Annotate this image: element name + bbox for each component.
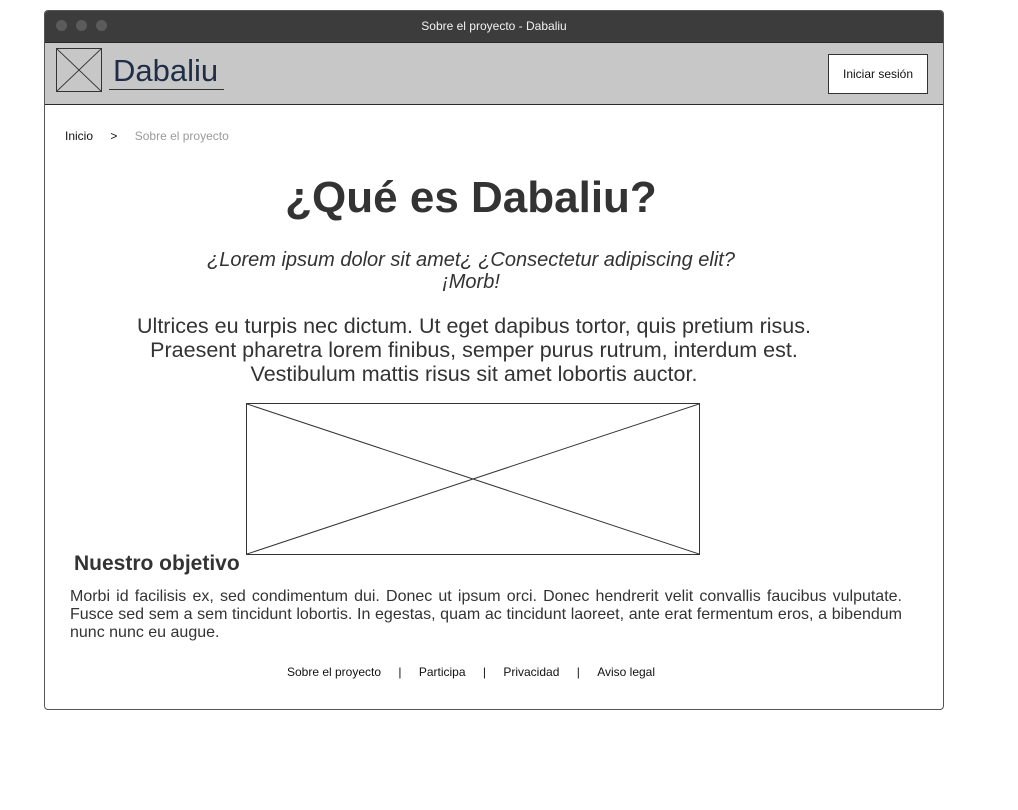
subtitle-line: ¡Morb! bbox=[442, 271, 500, 293]
subtitle-line: ¿Lorem ipsum dolor sit amet¿ ¿Consectetu… bbox=[207, 249, 735, 271]
logo-image-placeholder[interactable] bbox=[56, 48, 102, 92]
intro-line: Vestibulum mattis risus sit amet loborti… bbox=[250, 362, 698, 386]
footer-separator: | bbox=[398, 665, 402, 679]
intro-line: Ultrices eu turpis nec dictum. Ut eget d… bbox=[137, 314, 811, 338]
page-title: ¿Qué es Dabaliu? bbox=[285, 173, 657, 222]
browser-window: Sobre el proyecto - Dabaliu Dabaliu Inic… bbox=[44, 10, 944, 710]
breadcrumb-home-link[interactable]: Inicio bbox=[65, 129, 93, 143]
page-subtitle: ¿Lorem ipsum dolor sit amet¿ ¿Consectetu… bbox=[195, 249, 747, 293]
footer-link-participate[interactable]: Participa bbox=[419, 665, 466, 679]
footer-separator: | bbox=[482, 665, 486, 679]
login-button[interactable]: Iniciar sesión bbox=[828, 54, 928, 94]
site-footer: Sobre el proyecto | Participa | Privacid… bbox=[45, 665, 897, 679]
section-paragraph: Morbi id facilisis ex, sed condimentum d… bbox=[70, 588, 902, 641]
breadcrumb-separator: > bbox=[110, 129, 118, 143]
breadcrumb: Inicio > Sobre el proyecto bbox=[65, 129, 229, 143]
breadcrumb-current: Sobre el proyecto bbox=[134, 129, 229, 143]
window-titlebar: Sobre el proyecto - Dabaliu bbox=[45, 11, 943, 42]
footer-link-privacy[interactable]: Privacidad bbox=[503, 665, 559, 679]
intro-text: Ultrices eu turpis nec dictum. Ut eget d… bbox=[105, 314, 843, 386]
window-title: Sobre el proyecto - Dabaliu bbox=[421, 19, 567, 33]
footer-link-about[interactable]: Sobre el proyecto bbox=[287, 665, 381, 679]
brand-name-link[interactable]: Dabaliu bbox=[109, 53, 225, 90]
footer-link-legal[interactable]: Aviso legal bbox=[597, 665, 655, 679]
intro-line: Praesent pharetra lorem finibus, semper … bbox=[150, 338, 798, 362]
section-title: Nuestro objetivo bbox=[74, 552, 240, 575]
footer-separator: | bbox=[576, 665, 580, 679]
site-header: Dabaliu Iniciar sesión bbox=[45, 42, 943, 105]
hero-image-placeholder bbox=[246, 403, 700, 555]
